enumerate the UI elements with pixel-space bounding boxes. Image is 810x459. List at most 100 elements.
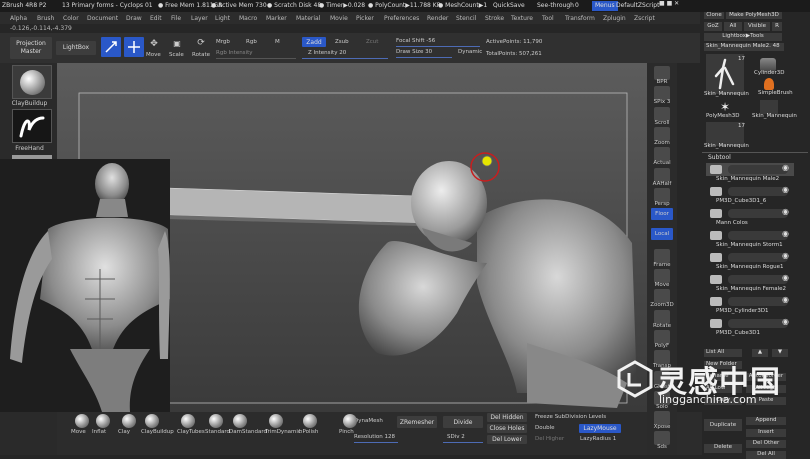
subtool-toggles[interactable] xyxy=(728,297,788,306)
lazyradius-slider[interactable]: LazyRadius 1 xyxy=(580,436,616,442)
menus-button[interactable]: Menus xyxy=(592,1,618,11)
eye-icon[interactable]: ◉ xyxy=(782,251,789,260)
del-lower-button[interactable]: Del Lower xyxy=(487,435,527,444)
goz-button[interactable]: GoZ xyxy=(704,22,722,31)
projection-master-button[interactable]: Projection Master xyxy=(10,37,52,59)
subtool-toggles[interactable] xyxy=(728,231,788,240)
lightbox-button[interactable]: LightBox xyxy=(56,41,96,55)
brush-pinch-icon[interactable] xyxy=(343,414,357,428)
brush-clay-label[interactable]: Clay xyxy=(118,429,130,435)
del-higher-button[interactable]: Del Higher xyxy=(535,436,564,442)
brush-damstandard-icon[interactable] xyxy=(233,414,247,428)
brush-clay-icon[interactable] xyxy=(122,414,136,428)
dynamic-button[interactable]: Dynamic xyxy=(458,49,482,55)
dynamesh-button[interactable]: DynaMesh xyxy=(354,418,383,424)
view-move-icon[interactable] xyxy=(654,269,670,283)
goz-visible-button[interactable]: Visible xyxy=(744,22,770,31)
close-holes-button[interactable]: Close Holes xyxy=(487,424,527,433)
brush-trimdynamic-icon[interactable] xyxy=(269,414,283,428)
lightbox-tools-button[interactable]: Lightbox▶Tools xyxy=(704,33,782,41)
view-aahalf-icon[interactable] xyxy=(654,167,670,182)
brush-standard-label[interactable]: Standard xyxy=(205,429,230,435)
eye-icon[interactable]: ◉ xyxy=(782,229,789,238)
clone-button[interactable]: Clone xyxy=(704,12,724,19)
view-zoom3d-icon[interactable] xyxy=(654,289,670,304)
simplebrush-icon[interactable] xyxy=(764,78,774,90)
view-zoom-icon[interactable] xyxy=(654,126,670,141)
eye-icon[interactable]: ◉ xyxy=(782,295,789,304)
brush-claytubes-icon[interactable] xyxy=(181,414,195,428)
divide-button[interactable]: Divide xyxy=(443,416,483,428)
brush-damstandard-label[interactable]: DamStandard xyxy=(229,429,267,435)
brush-move-label[interactable]: Move xyxy=(71,429,86,435)
edit-mode-button[interactable] xyxy=(101,37,121,57)
brush-claytubes-label[interactable]: ClayTubes xyxy=(177,429,205,435)
scale-button[interactable]: Scale xyxy=(169,52,184,58)
delete-button[interactable]: Delete xyxy=(704,444,742,453)
rotate-button[interactable]: Rotate xyxy=(192,52,210,58)
menu-alpha[interactable]: Alpha xyxy=(10,15,27,22)
subtool-item[interactable]: ◉ xyxy=(706,251,794,264)
menu-edit[interactable]: Edit xyxy=(150,15,162,22)
menu-transform[interactable]: Transform xyxy=(565,15,595,22)
zcut-button[interactable]: Zcut xyxy=(366,39,378,45)
menu-brush[interactable]: Brush xyxy=(37,15,54,22)
subtool-toggles[interactable] xyxy=(728,253,788,262)
m-button[interactable]: M xyxy=(275,39,280,45)
menu-zscript[interactable]: Zscript xyxy=(634,15,655,22)
menu-file[interactable]: File xyxy=(171,15,181,22)
brush-claybuildup-icon[interactable] xyxy=(145,414,159,428)
draw-size-slider[interactable]: Draw Size 30 xyxy=(396,49,432,55)
move-button[interactable]: Move xyxy=(146,52,161,58)
brush-move-icon[interactable] xyxy=(75,414,89,428)
resolution-slider[interactable]: Resolution 128 xyxy=(354,434,395,440)
view-actual-icon[interactable] xyxy=(654,147,670,162)
rgb-intensity-slider[interactable]: Rgb Intensity xyxy=(216,50,253,56)
menu-marker[interactable]: Marker xyxy=(266,15,287,22)
menu-color[interactable]: Color xyxy=(63,15,79,22)
subtool-toggles[interactable] xyxy=(728,275,788,284)
subtool-item[interactable]: ◉ xyxy=(706,163,794,176)
make-polymesh-button[interactable]: Make PolyMesh3D xyxy=(726,12,782,19)
menu-layer[interactable]: Layer xyxy=(191,15,208,22)
del-hidden-button[interactable]: Del Hidden xyxy=(487,413,527,422)
menu-zplugin[interactable]: Zplugin xyxy=(603,15,626,22)
brush-standard-icon[interactable] xyxy=(209,414,223,428)
current-brush-button[interactable] xyxy=(12,65,52,99)
eye-icon[interactable]: ◉ xyxy=(782,185,789,194)
view-rotate-icon[interactable] xyxy=(654,309,670,324)
subtool-item[interactable]: ◉ xyxy=(706,229,794,242)
view-spix-3-icon[interactable] xyxy=(654,86,670,101)
mannequin-small-icon[interactable] xyxy=(760,100,778,114)
brush-claybuildup-label[interactable]: ClayBuildup xyxy=(141,429,174,435)
view-persp-icon[interactable] xyxy=(654,187,670,202)
eye-icon[interactable]: ◉ xyxy=(782,273,789,282)
subtool-item[interactable]: ◉ xyxy=(706,295,794,308)
del-other-button[interactable]: Del Other xyxy=(746,440,786,448)
menu-material[interactable]: Material xyxy=(296,15,320,22)
subtool-toggles[interactable] xyxy=(728,187,788,196)
quicksave-button[interactable]: QuickSave xyxy=(493,2,525,9)
eye-icon[interactable]: ◉ xyxy=(782,317,789,326)
subtool-item[interactable]: ◉ xyxy=(706,185,794,198)
view-frame-icon[interactable] xyxy=(654,248,670,263)
subtool-toggles[interactable] xyxy=(728,165,788,174)
default-script-button[interactable]: DefaultZScript xyxy=(616,2,659,9)
rgb-button[interactable]: Rgb xyxy=(246,39,257,45)
del-all-button[interactable]: Del All xyxy=(746,451,786,459)
menu-preferences[interactable]: Preferences xyxy=(384,15,419,22)
draw-mode-button[interactable] xyxy=(124,37,144,57)
brush-trimdynamic-label[interactable]: TrimDynamic xyxy=(265,429,301,435)
brush-hpolish-label[interactable]: hPolish xyxy=(299,429,318,435)
menu-tool[interactable]: Tool xyxy=(542,15,554,22)
view-bpr-icon[interactable] xyxy=(654,66,670,80)
current-tool-slider[interactable]: Skin_Mannequin Male2. 48 xyxy=(704,43,784,51)
subtool-item[interactable]: ◉ xyxy=(706,317,794,330)
view-polyf-icon[interactable] xyxy=(654,329,670,344)
menu-document[interactable]: Document xyxy=(87,15,118,22)
zadd-button[interactable]: Zadd xyxy=(302,37,326,47)
z-intensity-slider[interactable]: Z Intensity 20 xyxy=(308,50,346,56)
subtool-toggles[interactable] xyxy=(728,209,788,218)
sdiv-slider[interactable]: SDiv 2 xyxy=(447,434,465,440)
subtool-item[interactable]: ◉ xyxy=(706,273,794,286)
